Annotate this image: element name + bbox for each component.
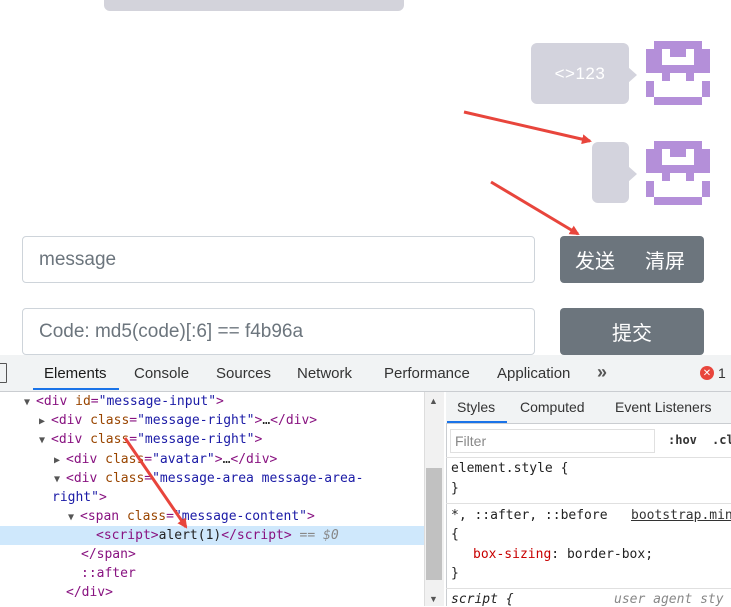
styles-pane bbox=[446, 392, 731, 606]
styles-filter-input[interactable]: Filter bbox=[450, 429, 655, 453]
divider bbox=[446, 588, 731, 589]
send-clear-button-group: 发送 清屏 bbox=[560, 236, 704, 283]
avatar-identicon-icon bbox=[646, 41, 710, 105]
avatar-identicon-icon bbox=[646, 141, 710, 205]
code-input-placeholder: Code: md5(code)[:6] == f4b96a bbox=[39, 320, 304, 342]
inspect-element-icon[interactable] bbox=[0, 363, 7, 383]
arrow-to-send-button bbox=[490, 180, 580, 236]
message-input-placeholder: message bbox=[39, 248, 117, 270]
dom-node-line-selected[interactable]: <script>alert(1)</script> == $0 bbox=[96, 526, 339, 545]
dom-node-line[interactable]: ::after bbox=[81, 564, 136, 583]
dom-node-line-continued[interactable]: right"> bbox=[52, 488, 107, 507]
element-style-close: } bbox=[451, 481, 459, 496]
dom-node-line[interactable]: ▼ <span class="message-content"> bbox=[68, 507, 315, 526]
dom-node-line[interactable]: </span> bbox=[81, 545, 136, 564]
collapse-triangle-icon[interactable]: ▼ bbox=[24, 393, 36, 412]
bootstrap-source-link[interactable]: bootstrap.min bbox=[631, 508, 731, 523]
script-selector[interactable]: script { bbox=[451, 592, 514, 607]
dom-node-line[interactable]: ▶ <div class="message-right">…</div> bbox=[39, 411, 317, 430]
scroll-up-icon[interactable]: ▲ bbox=[429, 396, 438, 406]
active-tab-indicator bbox=[33, 388, 119, 390]
css-property-line[interactable]: box-sizing: border-box; bbox=[473, 547, 653, 562]
tab-elements[interactable]: Elements bbox=[44, 365, 107, 382]
element-style-selector[interactable]: element.style { bbox=[451, 461, 568, 476]
tab-network[interactable]: Network bbox=[297, 365, 352, 382]
collapse-triangle-icon[interactable]: ▼ bbox=[39, 431, 51, 450]
tab-console[interactable]: Console bbox=[134, 365, 189, 382]
tab-computed[interactable]: Computed bbox=[520, 399, 585, 415]
scroll-down-icon[interactable]: ▼ bbox=[429, 594, 438, 604]
user-agent-stylesheet-label: user agent sty bbox=[614, 592, 724, 607]
dom-node-line[interactable]: ▼ <div class="message-right"> bbox=[39, 430, 262, 449]
send-button[interactable]: 发送 bbox=[575, 245, 645, 274]
submit-button[interactable]: 提交 bbox=[560, 308, 704, 355]
hover-state-toggle[interactable]: :hov bbox=[668, 433, 697, 447]
expand-triangle-icon[interactable]: ▶ bbox=[54, 451, 66, 470]
expand-triangle-icon[interactable]: ▶ bbox=[39, 412, 51, 431]
filter-placeholder: Filter bbox=[455, 433, 487, 449]
devtools-tab-bar: Elements Console Sources Network Perform… bbox=[0, 355, 731, 392]
dom-node-line[interactable]: </div> bbox=[66, 583, 113, 602]
message-bubble-2-empty bbox=[592, 142, 637, 203]
scrollbar-thumb[interactable] bbox=[426, 468, 442, 580]
message-input[interactable]: message bbox=[22, 236, 535, 283]
dom-node-line[interactable]: ▼ <div id="message-input"> bbox=[24, 392, 224, 411]
tab-styles[interactable]: Styles bbox=[457, 399, 495, 415]
submit-button-label: 提交 bbox=[612, 323, 652, 345]
rule-open-brace: { bbox=[451, 527, 459, 542]
collapse-triangle-icon[interactable]: ▼ bbox=[54, 470, 66, 489]
styles-active-tab-indicator bbox=[447, 421, 507, 423]
collapse-triangle-icon[interactable]: ▼ bbox=[68, 508, 80, 527]
more-tabs-icon[interactable]: » bbox=[597, 362, 607, 383]
tab-sources[interactable]: Sources bbox=[216, 365, 271, 382]
rule-close-brace: } bbox=[451, 566, 459, 581]
divider bbox=[446, 503, 731, 504]
previous-message-bubble bbox=[104, 0, 404, 11]
dom-node-line[interactable]: ▶ <div class="avatar">…</div> bbox=[54, 450, 277, 469]
dom-node-line[interactable]: ▼ <div class="message-area message-area- bbox=[54, 469, 363, 488]
tab-event-listeners[interactable]: Event Listeners bbox=[615, 399, 712, 415]
code-input[interactable]: Code: md5(code)[:6] == f4b96a bbox=[22, 308, 535, 355]
error-icon[interactable]: ✕ bbox=[700, 366, 714, 380]
message-bubble-1: <>123 bbox=[531, 43, 637, 104]
message-text-1: <>123 bbox=[554, 63, 606, 83]
elements-tree: ▼ <div id="message-input"> ▶ <div class="m… bbox=[0, 392, 424, 606]
styles-tab-bar: Styles Computed Event Listeners bbox=[446, 392, 731, 424]
tab-performance[interactable]: Performance bbox=[384, 365, 470, 382]
clear-button[interactable]: 清屏 bbox=[645, 245, 685, 274]
divider bbox=[446, 457, 731, 458]
class-toggle[interactable]: .cl bbox=[712, 433, 731, 447]
universal-selector[interactable]: *, ::after, ::before bbox=[451, 508, 608, 523]
arrow-to-empty-bubble bbox=[463, 110, 592, 145]
error-count[interactable]: 1 bbox=[718, 365, 726, 381]
tab-application[interactable]: Application bbox=[497, 365, 570, 382]
